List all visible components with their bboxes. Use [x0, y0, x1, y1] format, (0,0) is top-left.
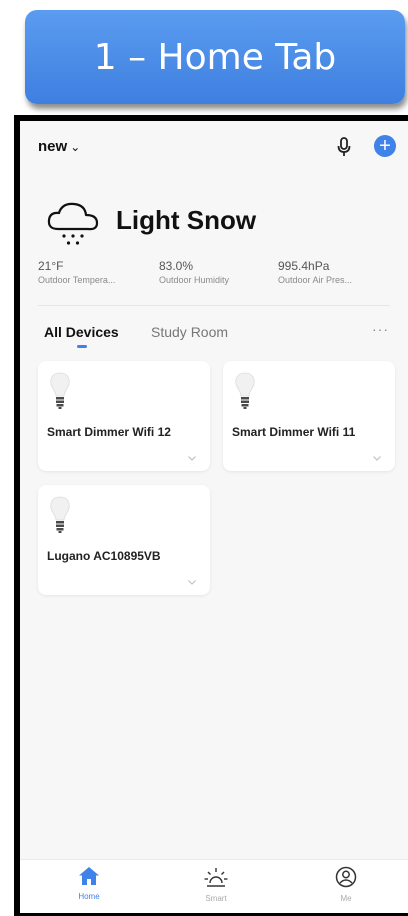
- device-card[interactable]: Lugano AC10895VB: [38, 485, 210, 595]
- active-tab-indicator: [77, 345, 87, 348]
- banner-title: 1 – Home Tab: [93, 36, 337, 78]
- home-icon: [79, 867, 99, 885]
- top-bar: new ⌄ +: [20, 121, 408, 171]
- outdoor-temperature: 21°F Outdoor Tempera...: [38, 259, 115, 285]
- nav-label: Smart: [205, 894, 227, 903]
- tab-all-devices[interactable]: All Devices: [44, 324, 119, 340]
- light-bulb-icon: [235, 372, 255, 409]
- chevron-down-icon[interactable]: [373, 456, 381, 461]
- microphone-icon[interactable]: [336, 137, 352, 157]
- light-bulb-icon: [50, 372, 70, 409]
- home-selector[interactable]: new ⌄: [38, 138, 80, 155]
- divider: [38, 305, 390, 306]
- add-device-button[interactable]: +: [374, 135, 396, 157]
- sun-icon: [204, 868, 228, 887]
- chevron-down-icon[interactable]: [188, 456, 196, 461]
- device-name: Smart Dimmer Wifi 11: [232, 425, 356, 439]
- home-name: new: [38, 138, 68, 155]
- stat-label: Outdoor Air Pres...: [278, 275, 353, 285]
- chevron-down-icon: ⌄: [70, 140, 81, 154]
- bottom-nav: Home Smart Me: [20, 859, 408, 913]
- light-bulb-icon: [50, 496, 70, 533]
- tab-study-room[interactable]: Study Room: [151, 324, 228, 340]
- stat-value: 83.0%: [159, 259, 194, 273]
- light-snow-icon: [47, 202, 99, 245]
- device-card[interactable]: Smart Dimmer Wifi 11: [223, 361, 395, 471]
- chevron-down-icon[interactable]: [188, 580, 196, 585]
- user-icon: [335, 866, 357, 888]
- title-banner: 1 – Home Tab: [25, 10, 405, 104]
- stat-label: Outdoor Tempera...: [38, 275, 116, 285]
- stat-label: Outdoor Humidity: [159, 275, 230, 285]
- outdoor-humidity: 83.0% Outdoor Humidity: [159, 259, 229, 285]
- stat-value: 995.4hPa: [278, 259, 330, 273]
- nav-label: Me: [340, 894, 352, 903]
- nav-me[interactable]: Me: [316, 866, 376, 903]
- nav-home[interactable]: Home: [59, 866, 119, 901]
- more-options-icon[interactable]: ···: [372, 321, 389, 337]
- outdoor-air-pressure: 995.4hPa Outdoor Air Pres...: [278, 259, 352, 285]
- nav-label: Home: [78, 892, 100, 901]
- device-card[interactable]: Smart Dimmer Wifi 12: [38, 361, 210, 471]
- phone-frame: new ⌄ + Light Snow 21°F Outdoor Tempera..…: [14, 115, 408, 916]
- device-name: Lugano AC10895VB: [47, 549, 161, 563]
- device-name: Smart Dimmer Wifi 12: [47, 425, 171, 439]
- nav-smart[interactable]: Smart: [186, 866, 246, 903]
- app-screen: new ⌄ + Light Snow 21°F Outdoor Tempera..…: [20, 121, 408, 913]
- stat-value: 21°F: [38, 259, 64, 273]
- weather-condition: Light Snow: [116, 205, 257, 235]
